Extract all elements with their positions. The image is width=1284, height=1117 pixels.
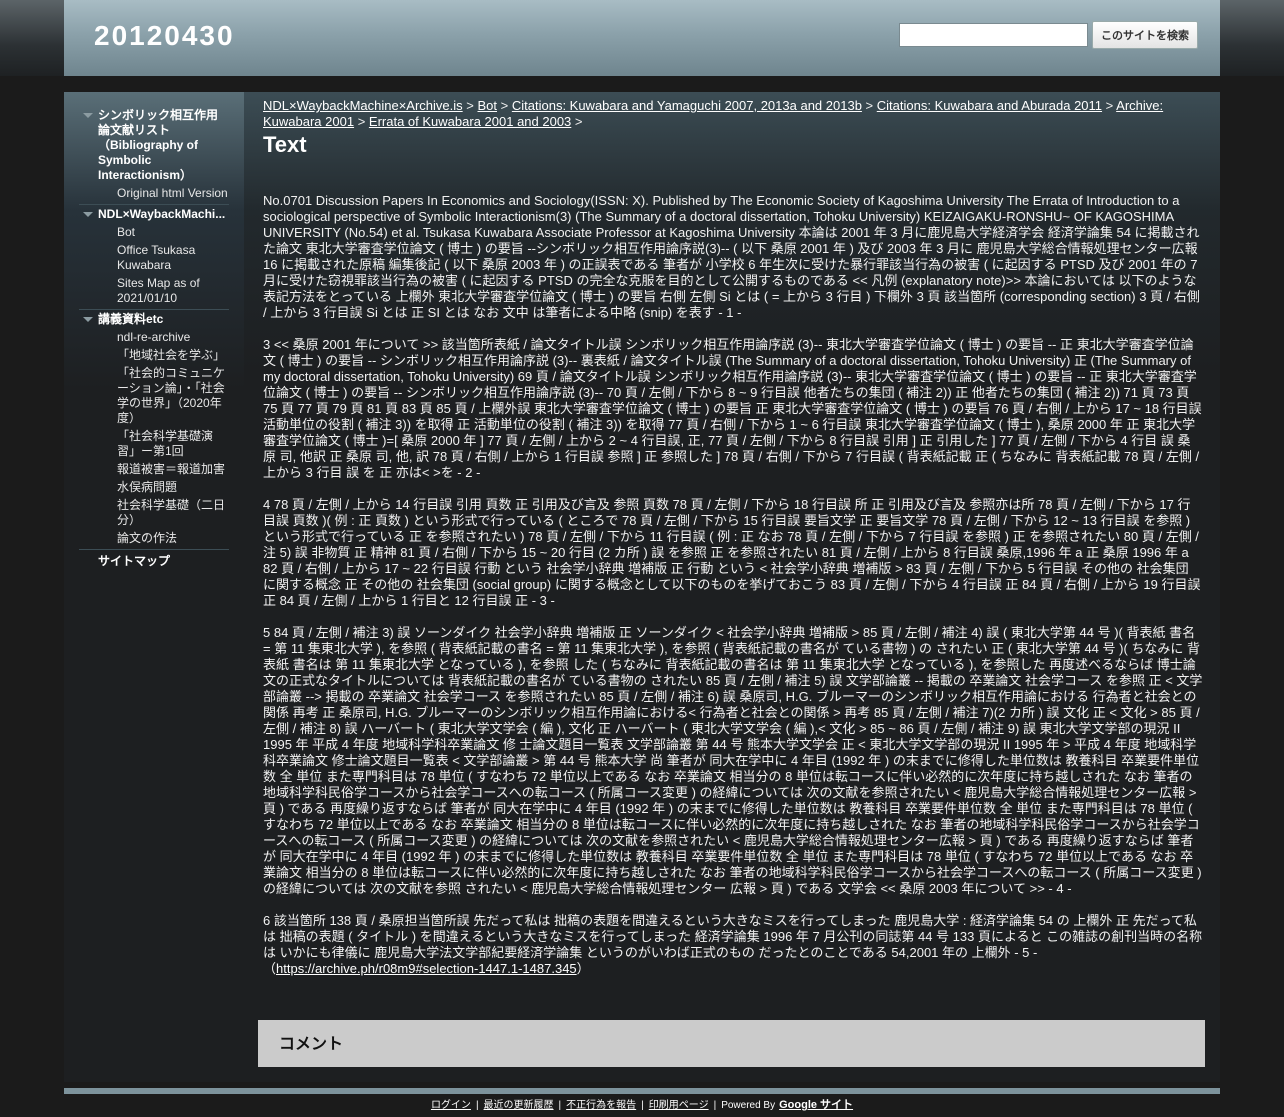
body-paragraph: 5 84 頁 / 左側 / 補注 3) 誤 ソーンダイク 社会学小辞典 増補版 …	[263, 625, 1203, 896]
breadcrumb-separator: >	[1105, 98, 1114, 113]
collapse-triangle-icon[interactable]	[83, 317, 93, 322]
footer-login-link[interactable]: ログイン	[431, 1100, 471, 1111]
breadcrumb-separator: >	[865, 98, 874, 113]
sidebar-group-ndl: NDL×WaybackMachi... Bot Office Tsukasa K…	[79, 205, 229, 310]
footer-bar	[64, 1088, 1220, 1094]
sidebar-item-office[interactable]: Office Tsukasa Kuwabara	[79, 243, 229, 273]
breadcrumb-separator: >	[574, 114, 583, 129]
sidebar-group-bibliography: シンボリック相互作用論文献リスト（Bibliography of Symboli…	[79, 106, 229, 205]
sidebar-item-communication[interactable]: 「社会的コミュニケーション論」・「社会学の世界」（2020年度）	[79, 366, 229, 426]
footer-powered-by: Powered By	[721, 1100, 776, 1111]
search-input[interactable]	[899, 23, 1088, 47]
sidebar-group-lectures: 講義資料etc ndl-re-archive 「地域社会を学ぶ」 「社会的コミュ…	[79, 310, 229, 550]
body-paragraph-text: 6 該当箇所 138 頁 / 桑原担当箇所誤 先だって私は 拙稿の表題を間違える…	[263, 913, 1203, 960]
page-body: No.0701 Discussion Papers In Economics a…	[263, 193, 1203, 993]
body-paragraph: 3 << 桑原 2001 年について >> 該当箇所表紙 / 論文タイトル誤 シ…	[263, 337, 1202, 480]
sidebar-item-label[interactable]: 講義資料etc	[98, 312, 163, 326]
footer-separator: |	[475, 1100, 479, 1111]
sidebar-item-kiso-2days[interactable]: 社会科学基礎（二日分）	[79, 498, 229, 528]
comments-title: コメント	[279, 1036, 344, 1053]
breadcrumb: NDL×WaybackMachine×Archive.is > Bot > Ci…	[263, 98, 1203, 130]
site-header: 20120430 このサイトを検索	[64, 0, 1220, 76]
sidebar-item-label[interactable]: NDL×WaybackMachi...	[98, 207, 225, 221]
comments-panel: コメント	[258, 1020, 1205, 1067]
footer-separator: |	[558, 1100, 562, 1111]
page-title: Text	[263, 132, 307, 157]
sidebar: シンボリック相互作用論文献リスト（Bibliography of Symboli…	[64, 92, 244, 1082]
footer-separator: |	[641, 1100, 644, 1111]
sidebar-item-sitesmap[interactable]: Sites Map as of 2021/01/10	[79, 276, 229, 306]
collapse-triangle-icon[interactable]	[83, 113, 93, 118]
main-content: NDL×WaybackMachine×Archive.is > Bot > Ci…	[244, 92, 1220, 1082]
sidebar-item-kiso-enshu[interactable]: 「社会科学基礎演習」ー第1回	[79, 429, 229, 459]
footer: ログイン | 最近の更新履歴 | 不正行為を報告 | 印刷用ページ | Powered By Go…	[0, 1098, 1284, 1113]
sidebar-item-ndl-re-archive[interactable]: ndl-re-archive	[79, 330, 229, 345]
breadcrumb-link-errata[interactable]: Errata of Kuwabara 2001 and 2003	[369, 114, 571, 129]
source-link[interactable]: https://archive.ph/r08m9#selection-1447.…	[276, 961, 577, 976]
footer-recent-changes-link[interactable]: 最近の更新履歴	[484, 1100, 554, 1111]
sidebar-item-original-html[interactable]: Original html Version	[79, 186, 229, 201]
collapse-triangle-icon[interactable]	[83, 212, 93, 217]
breadcrumb-separator: >	[357, 114, 366, 129]
search-button[interactable]: このサイトを検索	[1092, 21, 1198, 49]
sidebar-item-bibliography[interactable]: シンボリック相互作用論文献リスト（Bibliography of Symboli…	[79, 108, 229, 183]
sidebar-item-ronbun[interactable]: 論文の作法	[79, 531, 229, 546]
sidebar-item-houdou[interactable]: 報道被害＝報道加害	[79, 462, 229, 477]
sidebar-item-ndl[interactable]: NDL×WaybackMachi...	[79, 207, 229, 222]
paren-close: ）	[576, 961, 590, 976]
sidebar-item-minamata[interactable]: 水俣病問題	[79, 480, 229, 495]
breadcrumb-separator: >	[500, 98, 509, 113]
sidebar-item-lectures[interactable]: 講義資料etc	[79, 312, 229, 327]
breadcrumb-link-bot[interactable]: Bot	[478, 98, 498, 113]
footer-report-abuse-link[interactable]: 不正行為を報告	[566, 1100, 636, 1111]
paren-open: （	[263, 961, 277, 976]
sidebar-item-sitemap[interactable]: サイトマップ	[79, 554, 229, 569]
body-paragraph: 4 78 頁 / 左側 / 上から 14 行目誤 引用 頁数 正 引用及び言及 …	[263, 497, 1201, 608]
body-paragraph-last: 6 該当箇所 138 頁 / 桑原担当箇所誤 先だって私は 拙稿の表題を間違える…	[263, 913, 1203, 977]
breadcrumb-link-citations-aburada[interactable]: Citations: Kuwabara and Aburada 2011	[877, 98, 1102, 113]
footer-separator: |	[713, 1100, 717, 1111]
footer-print-page-link[interactable]: 印刷用ページ	[649, 1100, 709, 1111]
breadcrumb-link-citations-yamaguchi[interactable]: Citations: Kuwabara and Yamaguchi 2007, …	[512, 98, 862, 113]
sidebar-item-bot[interactable]: Bot	[79, 225, 229, 240]
breadcrumb-separator: >	[466, 98, 474, 113]
body-paragraph: No.0701 Discussion Papers In Economics a…	[263, 193, 1200, 320]
sidebar-item-label[interactable]: シンボリック相互作用論文献リスト（Bibliography of Symboli…	[98, 108, 218, 182]
sidebar-nav: シンボリック相互作用論文献リスト（Bibliography of Symboli…	[79, 106, 229, 569]
footer-google-sites-link[interactable]: Google サイト	[779, 1099, 853, 1111]
breadcrumb-link-ndl[interactable]: NDL×WaybackMachine×Archive.is	[263, 98, 463, 113]
sidebar-item-chiiki[interactable]: 「地域社会を学ぶ」	[79, 348, 229, 363]
site-title[interactable]: 20120430	[94, 20, 235, 52]
